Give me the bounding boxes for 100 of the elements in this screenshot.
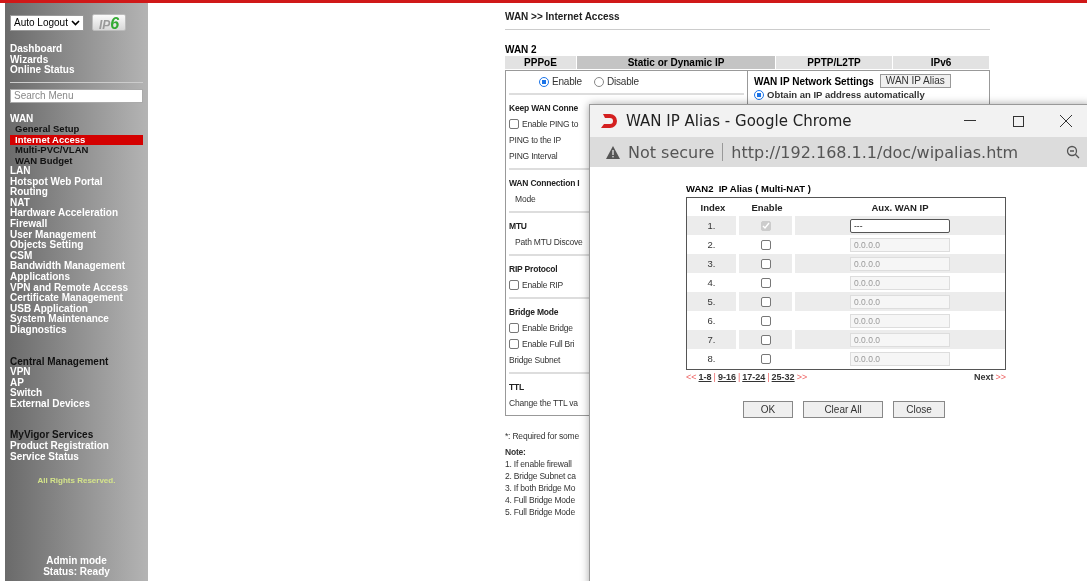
sidebar-subitem[interactable]: Internet Access [10,134,143,146]
sidebar-link[interactable]: Diagnostics [10,324,143,336]
field-label: Enable RIP [522,280,563,290]
sidebar-link[interactable]: LAN [10,166,143,177]
maximize-icon [1012,115,1024,127]
checkbox[interactable] [760,353,771,364]
tab[interactable]: Static or Dynamic IP [577,56,776,69]
sidebar-link[interactable]: Hardware Acceleration [10,208,143,219]
ip-field[interactable]: 0.0.0.0 [850,313,950,328]
ip-field[interactable]: 0.0.0.0 [850,275,950,290]
next-link[interactable]: Next [973,372,994,382]
radio-button[interactable] [754,89,764,100]
radio-button[interactable] [539,76,549,87]
ip-field[interactable]: 0.0.0.0 [850,351,950,366]
note-text: 1. If enable firewall [505,458,572,470]
url-text[interactable]: http://192.168.1.1/doc/wipalias.htm [731,142,1019,162]
sidebar-link[interactable]: AP [10,377,143,389]
column-header: Aux. WAN IP [870,201,930,215]
window-title: WAN IP Alias - Google Chrome [626,112,852,130]
sidebar-link[interactable]: Certificate Management [10,293,143,304]
sidebar-link[interactable]: Objects Setting [10,240,143,251]
chevron-down-icon [70,19,80,26]
field-label: Path MTU Discove [515,237,583,247]
breadcrumb: WAN >> Internet Access [505,11,990,30]
more-arrows: >> [796,372,808,382]
field-label: Mode [515,194,536,204]
radio-button[interactable] [593,76,604,87]
dialog-button[interactable]: OK [743,401,793,418]
section-title: Keep WAN Conne [509,102,578,115]
checkbox[interactable] [509,280,519,290]
search-field[interactable]: Search Menu [10,88,143,103]
sidebar-link[interactable]: Switch [10,388,143,399]
section-title: MTU [509,220,527,233]
sidebar-link[interactable]: Applications [10,271,143,283]
sidebar-subitem[interactable]: Multi-PVC/VLAN [10,145,143,156]
sidebar-link[interactable]: Firewall [10,218,143,230]
security-status[interactable]: Not secure [628,142,715,162]
zoom-out-icon[interactable] [1066,145,1080,159]
sidebar-link[interactable]: NAT [10,197,143,209]
note-text: 5. Full Bridge Mode [505,506,575,518]
field-label: Enable PING to [522,119,579,129]
index-cell: 5. [687,292,739,311]
dialog-button[interactable]: Close [893,401,945,418]
separator: | [713,372,716,382]
sidebar-subitem[interactable]: General Setup [10,124,143,135]
index-cell: 7. [687,330,739,349]
sidebar-link[interactable]: VPN [10,367,143,378]
tab[interactable]: IPv6 [893,56,990,69]
field-label: Bridge Subnet [509,355,561,365]
page-link[interactable]: 17-24 [742,372,766,382]
sidebar-link[interactable]: WAN [10,113,143,125]
checkbox[interactable] [760,277,771,288]
tab[interactable]: PPPoE [505,56,577,69]
sidebar-link[interactable]: User Management [10,229,143,241]
radio-label: Obtain an IP address automatically [767,89,925,100]
sidebar-link[interactable]: Routing [10,187,143,198]
auto-logout-select[interactable]: Auto Logout [10,14,84,31]
sidebar-link[interactable]: Bandwidth Management [10,261,143,272]
sidebar-link[interactable]: USB Application [10,303,143,315]
checkbox[interactable] [509,323,519,333]
sidebar-link[interactable]: CSM [10,250,143,262]
wan-ip-alias-button[interactable]: WAN IP Alias [879,74,951,88]
section-title: WAN IP Network Settings [754,75,874,87]
minimize-icon [964,120,976,122]
sidebar-link[interactable]: Product Registration [10,441,143,452]
status-text: Admin mode [45,555,108,566]
dialog-button[interactable]: Clear All [803,401,883,418]
sidebar-link[interactable]: Wizards [10,54,143,66]
ip-field[interactable]: 0.0.0.0 [850,294,950,309]
section-title: WAN Connection I [509,177,580,190]
field-label: PING to the IP [509,135,561,145]
tab[interactable]: PPTP/L2TP [776,56,893,69]
sidebar-link[interactable]: VPN and Remote Access [10,282,143,294]
checkbox[interactable] [760,315,771,326]
sidebar-link[interactable]: Hotspot Web Portal [10,176,143,188]
sidebar-link[interactable]: Service Status [10,451,143,463]
page-link[interactable]: 1-8 [698,372,712,382]
checkbox[interactable] [509,119,519,129]
checkbox[interactable] [760,296,771,307]
sidebar-link[interactable]: External Devices [10,398,143,410]
section-title: RIP Protocol [509,263,558,276]
ip-field[interactable]: 0.0.0.0 [850,332,950,347]
checkbox[interactable] [760,334,771,345]
sidebar-subitem[interactable]: WAN Budget [10,155,143,166]
sidebar-link[interactable]: Dashboard [10,44,143,55]
sidebar-heading: Central Management [10,356,110,367]
checkbox[interactable] [760,239,771,250]
d-logo-icon [600,112,618,130]
close-icon [1060,115,1072,127]
wan-label: WAN 2 [505,44,538,55]
ip-field[interactable]: 0.0.0.0 [850,237,950,252]
checkbox[interactable] [509,339,519,349]
sidebar-link[interactable]: System Maintenance [10,314,143,325]
checkbox[interactable] [760,258,771,269]
note-text: 3. If both Bridge Mo [505,482,576,494]
sidebar-link[interactable]: Online Status [10,65,143,76]
ip-field[interactable]: 0.0.0.0 [850,256,950,271]
radio-label: Enable [552,76,582,87]
page-link[interactable]: 9-16 [717,372,736,382]
page-link[interactable]: 25-32 [771,372,795,382]
